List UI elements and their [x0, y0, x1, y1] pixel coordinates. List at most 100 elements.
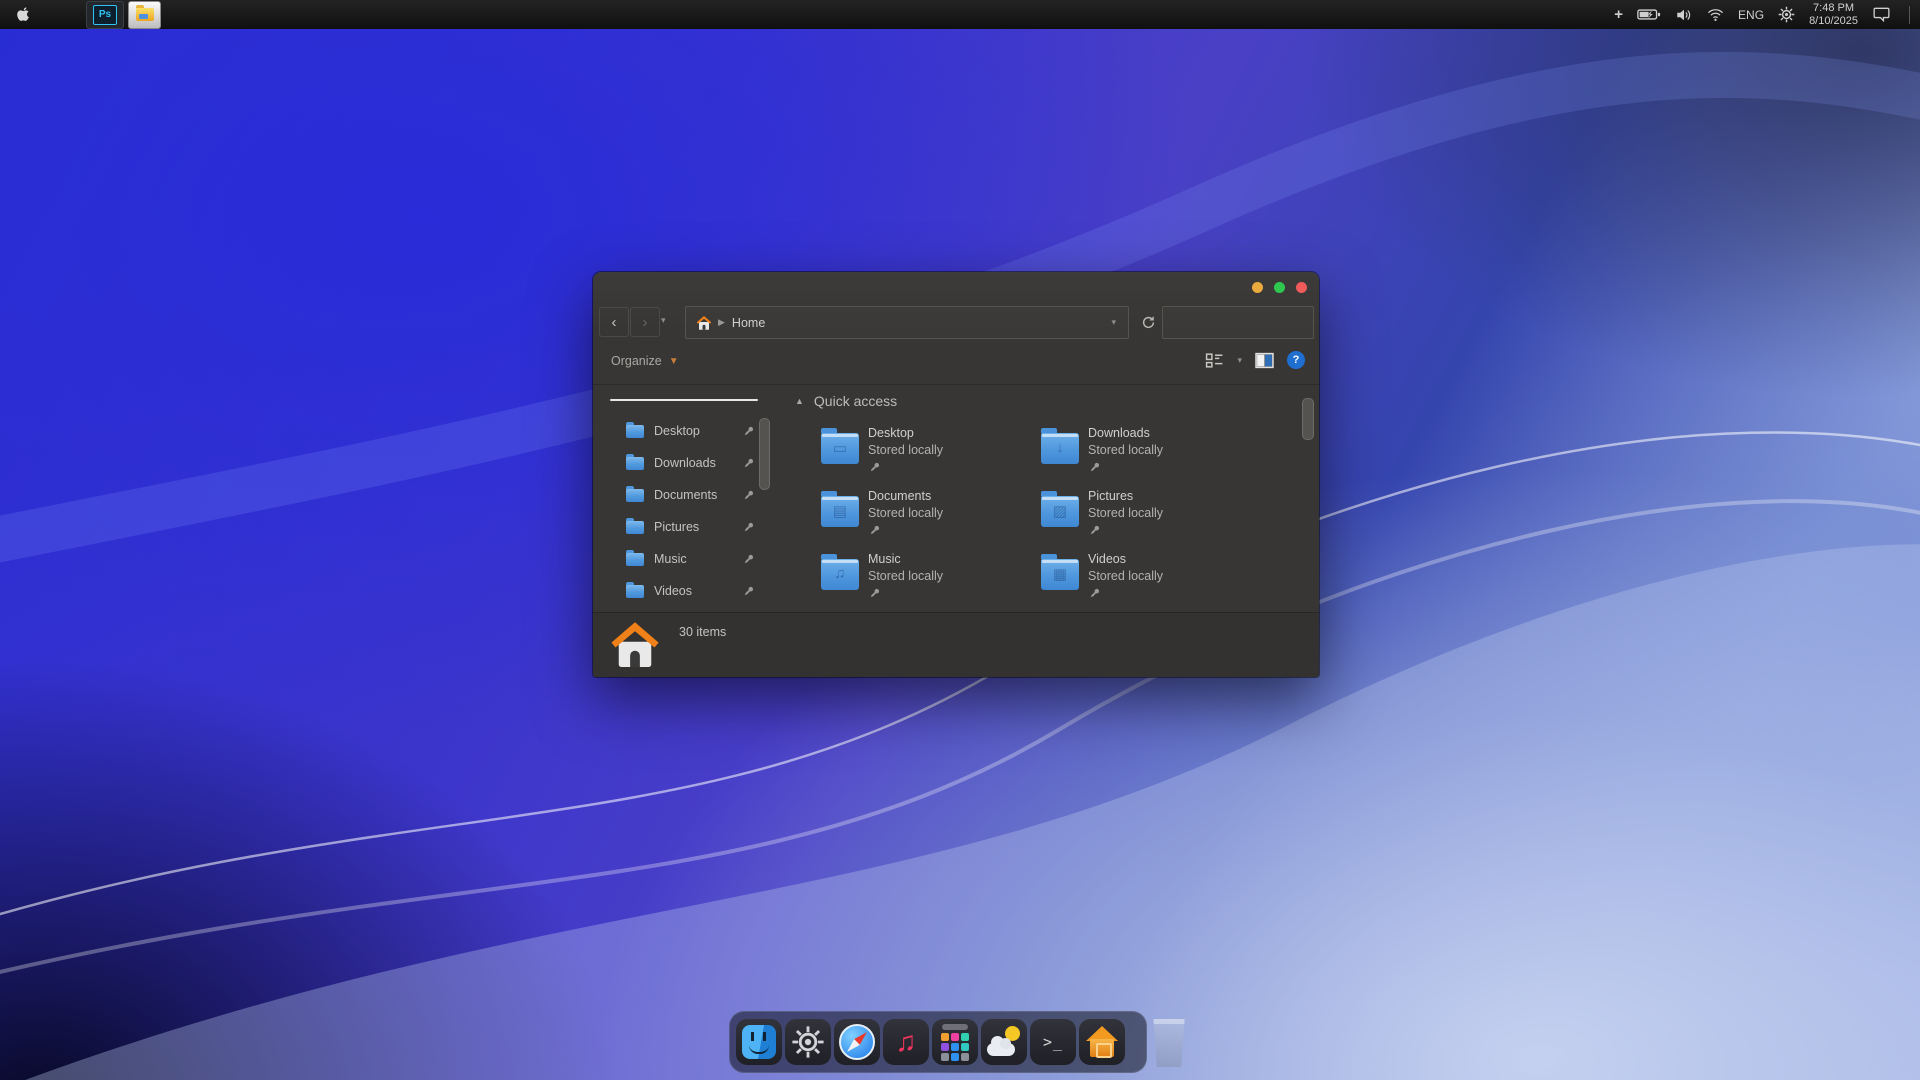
- dock-finder-icon[interactable]: [736, 1019, 782, 1065]
- folder-icon: ▨: [1041, 496, 1079, 527]
- taskbar-explorer-button[interactable]: [128, 1, 161, 29]
- organize-menu[interactable]: Organize ▼: [611, 354, 679, 368]
- pin-icon: [868, 587, 881, 600]
- content-scrollbar-thumb[interactable]: [1302, 398, 1314, 440]
- explorer-folder-icon: [136, 8, 154, 21]
- pin-icon: [742, 553, 755, 566]
- dock-terminal-icon[interactable]: >_: [1030, 1019, 1076, 1065]
- home-icon: [696, 315, 712, 331]
- organize-chevron-icon: ▼: [669, 356, 679, 367]
- folder-icon: [626, 425, 644, 438]
- view-options-icon[interactable]: [1205, 352, 1224, 369]
- folder-icon: ▦: [1041, 559, 1079, 590]
- folder-icon: [626, 489, 644, 502]
- section-title: Quick access: [814, 393, 897, 409]
- dock-launchpad-icon[interactable]: [932, 1019, 978, 1065]
- sidebar-item-pictures[interactable]: Pictures: [593, 511, 775, 543]
- item-count: 30 items: [679, 625, 726, 639]
- settings-gear-icon[interactable]: [1778, 6, 1795, 23]
- pin-icon: [742, 585, 755, 598]
- time-label: 7:48 PM: [1813, 2, 1854, 15]
- view-options-chevron-icon[interactable]: ▾: [1237, 355, 1242, 366]
- pin-icon: [742, 489, 755, 502]
- dock-weather-icon[interactable]: [981, 1019, 1027, 1065]
- folder-tile-pictures[interactable]: ▨ Pictures Stored locally: [1041, 482, 1261, 545]
- taskbar-photoshop-button[interactable]: Ps: [86, 1, 124, 29]
- pin-icon: [742, 521, 755, 534]
- sidebar-item-downloads[interactable]: Downloads: [593, 447, 775, 479]
- menu-bar: Ps + ENG 7:48 PM 8/10/2025: [0, 0, 1920, 29]
- sidebar-item-documents[interactable]: Documents: [593, 479, 775, 511]
- command-bar: Organize ▼ ▾ ?: [593, 346, 1319, 380]
- folder-icon: [626, 457, 644, 470]
- pin-icon: [868, 524, 881, 537]
- home-icon-large: [609, 619, 661, 671]
- pin-icon: [742, 457, 755, 470]
- search-box: [1162, 306, 1314, 339]
- folder-tile-music[interactable]: ♫ Music Stored locally: [821, 545, 1041, 608]
- forward-button[interactable]: ›: [630, 307, 660, 337]
- history-chevron-icon[interactable]: ▾: [661, 315, 666, 326]
- folder-icon: [626, 553, 644, 566]
- volume-icon[interactable]: [1675, 6, 1693, 24]
- apple-menu[interactable]: [0, 0, 46, 29]
- folder-icon: ↓: [1041, 433, 1079, 464]
- pin-icon: [1088, 461, 1101, 474]
- dock-safari-icon[interactable]: [834, 1019, 880, 1065]
- quick-access-header[interactable]: ▲ Quick access: [795, 393, 897, 409]
- folder-tile-downloads[interactable]: ↓ Downloads Stored locally: [1041, 419, 1261, 482]
- refresh-button[interactable]: [1135, 309, 1161, 335]
- help-button[interactable]: ?: [1287, 351, 1305, 369]
- folder-icon: [626, 585, 644, 598]
- breadcrumb-location: Home: [732, 316, 765, 330]
- show-desktop-divider[interactable]: [1909, 6, 1910, 24]
- sidebar-item-music[interactable]: Music: [593, 543, 775, 575]
- dock-settings-icon[interactable]: [785, 1019, 831, 1065]
- dock-trash-icon[interactable]: [1152, 1019, 1186, 1067]
- folder-tile-desktop[interactable]: ▭ Desktop Stored locally: [821, 419, 1041, 482]
- folder-tile-videos[interactable]: ▦ Videos Stored locally: [1041, 545, 1261, 608]
- sidebar-item-videos[interactable]: Videos: [593, 575, 775, 607]
- preview-pane-icon[interactable]: [1255, 352, 1274, 369]
- dock-home-app-icon[interactable]: [1079, 1019, 1125, 1065]
- status-bar: 30 items: [593, 612, 1319, 677]
- dock-music-icon[interactable]: ♫: [883, 1019, 929, 1065]
- folder-icon: ♫: [821, 559, 859, 590]
- back-button[interactable]: ‹: [599, 307, 629, 337]
- sidebar: Desktop Downloads Documents Pictures: [593, 385, 775, 613]
- date-label: 8/10/2025: [1809, 15, 1858, 28]
- maximize-button[interactable]: [1274, 282, 1285, 293]
- pin-icon: [1088, 587, 1101, 600]
- desktop: Ps + ENG 7:48 PM 8/10/2025: [0, 0, 1920, 1080]
- address-dropdown-chevron-icon[interactable]: ▾: [1111, 317, 1116, 328]
- title-bar[interactable]: [593, 272, 1319, 302]
- notification-icon[interactable]: [1872, 6, 1891, 23]
- search-input[interactable]: [1163, 316, 1330, 330]
- breadcrumb-arrow-icon: ▶: [718, 317, 725, 328]
- sidebar-separator: [610, 399, 758, 401]
- minimize-button[interactable]: [1252, 282, 1263, 293]
- folder-icon: [626, 521, 644, 534]
- sidebar-scrollbar-thumb[interactable]: [759, 418, 770, 490]
- clock[interactable]: 7:48 PM 8/10/2025: [1809, 2, 1858, 27]
- language-indicator[interactable]: ENG: [1738, 8, 1764, 22]
- photoshop-icon: Ps: [93, 5, 117, 25]
- sidebar-item-desktop[interactable]: Desktop: [593, 415, 775, 447]
- folder-tile-documents[interactable]: ▤ Documents Stored locally: [821, 482, 1041, 545]
- pin-icon: [868, 461, 881, 474]
- file-list-area: ▲ Quick access ▭ Desktop Stored locally …: [775, 385, 1319, 613]
- folder-icon: ▭: [821, 433, 859, 464]
- wifi-icon[interactable]: [1707, 6, 1724, 23]
- close-button[interactable]: [1296, 282, 1307, 293]
- pin-icon: [742, 425, 755, 438]
- organize-label: Organize: [611, 354, 662, 368]
- address-bar[interactable]: ▶ Home ▾: [685, 306, 1129, 339]
- navigation-bar: ‹ › ▾ ▶ Home ▾: [593, 305, 1319, 338]
- battery-icon[interactable]: [1637, 8, 1661, 21]
- folder-icon: ▤: [821, 496, 859, 527]
- pin-icon: [1088, 524, 1101, 537]
- hidden-icons-chevron[interactable]: +: [1614, 6, 1623, 23]
- collapse-triangle-icon: ▲: [795, 396, 804, 406]
- dock: ♫ >_: [729, 1011, 1147, 1073]
- file-explorer-window: ‹ › ▾ ▶ Home ▾ Organize ▼ ▾: [593, 272, 1319, 677]
